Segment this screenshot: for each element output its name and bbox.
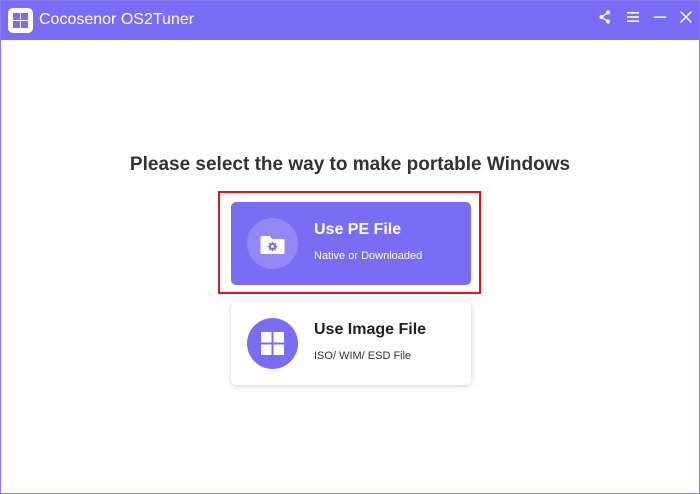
folder-gear-icon — [247, 218, 298, 269]
title-bar[interactable]: Cocosenor OS2Tuner — [1, 1, 699, 40]
app-title: Cocosenor OS2Tuner — [39, 11, 195, 28]
app-window: Cocosenor OS2Tuner Please select the way… — [0, 0, 700, 494]
use-pe-file-option[interactable]: Use PE File Native or Downloaded — [231, 202, 471, 285]
app-logo-icon — [8, 8, 33, 33]
option-subtitle: Native or Downloaded — [314, 250, 423, 262]
page-heading: Please select the way to make portable W… — [129, 154, 571, 175]
option-subtitle: ISO/ WIM/ ESD File — [314, 350, 412, 362]
use-image-file-option[interactable]: Use Image File ISO/ WIM/ ESD File — [231, 302, 471, 385]
option-title: Use Image File — [314, 321, 427, 338]
option-title: Use PE File — [314, 221, 402, 238]
menu-icon[interactable] — [625, 9, 645, 29]
windows-icon — [247, 318, 298, 369]
close-icon[interactable] — [678, 9, 698, 29]
share-icon[interactable] — [597, 9, 617, 29]
minimize-icon[interactable] — [652, 9, 672, 29]
